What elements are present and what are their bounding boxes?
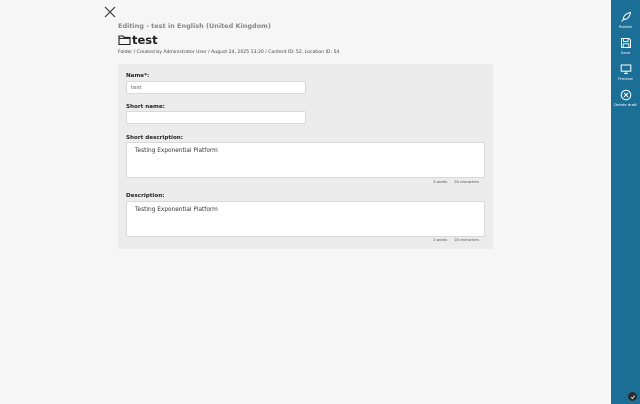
delete-draft-label: Delete draft [614,102,637,107]
short-description-char-count: 28 characters [454,179,479,184]
short-description-counter: 3 words 28 characters [126,178,485,185]
publish-button[interactable]: Publish [611,11,640,29]
editing-subtitle: Editing - test in English (United Kingdo… [118,22,271,30]
content-form: Name*: Short name: Short description: Te… [118,64,493,249]
help-icon [630,394,635,399]
short-description-editor[interactable]: Testing Exponential Platform [126,142,485,178]
publish-label: Publish [618,24,633,29]
description-label: Description: [126,193,165,199]
save-icon [620,38,631,48]
title-row: test [118,33,598,47]
short-name-label: Short name: [126,104,165,110]
description-editor[interactable]: Testing Exponential Platform [126,201,485,237]
close-icon [104,6,116,18]
name-input[interactable] [126,81,306,94]
preview-label: Preview [618,76,633,81]
short-description-label: Short description: [126,135,184,141]
folder-icon [118,35,131,46]
short-description-word-count: 3 words [433,179,448,184]
short-description-text: Testing Exponential Platform [135,148,218,154]
page-title: test [132,33,158,47]
help-button[interactable] [628,392,637,401]
short-name-input[interactable] [126,111,306,124]
preview-button[interactable]: Preview [611,63,640,81]
action-sidebar: Publish Save Preview Delete draft [611,0,640,404]
delete-draft-icon [620,89,631,101]
description-char-count: 28 characters [454,237,479,242]
save-button[interactable]: Save [611,37,640,55]
description-text: Testing Exponential Platform [135,207,218,213]
description-counter: 3 words 28 characters [126,236,485,243]
content-meta: Folder / Created by Administrator User /… [118,50,340,55]
close-button[interactable] [103,5,117,19]
delete-draft-button[interactable]: Delete draft [611,89,640,107]
preview-icon [620,64,631,74]
description-word-count: 3 words [433,237,448,242]
page-header: Editing - test in English (United Kingdo… [118,22,598,55]
save-label: Save [620,50,631,55]
name-label: Name*: [126,73,150,79]
publish-icon [620,11,631,22]
